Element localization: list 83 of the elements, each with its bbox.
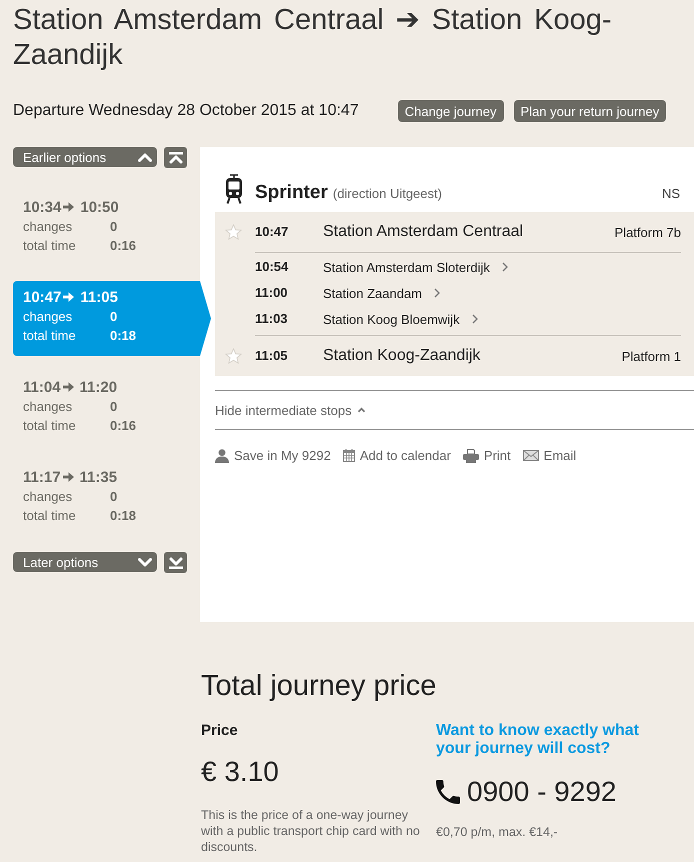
print-link[interactable]: Print [462, 448, 511, 463]
changes-label: changes [23, 309, 72, 324]
price-label: Price [201, 722, 238, 740]
arrow-right-icon [63, 202, 74, 212]
arrival-time: 11:20 [80, 378, 118, 396]
star-icon[interactable] [225, 348, 242, 364]
departure-time: 10:47 [23, 288, 62, 306]
platform-label: Platform 1 [622, 348, 681, 364]
journey-option[interactable]: 11:04 11:20 changes 0 total time 0:16 [13, 371, 200, 446]
changes-label: changes [23, 399, 72, 414]
journey-option[interactable]: 11:17 11:35 changes 0 total time 0:18 [13, 461, 200, 536]
arrow-right-icon [63, 292, 74, 302]
envelope-icon [522, 450, 539, 461]
direction-text: (direction Uitgeest) [332, 186, 442, 201]
total-time-label: total time [23, 238, 76, 253]
earlier-options-button[interactable]: Earlier options [13, 147, 157, 167]
changes-value: 0 [110, 219, 118, 234]
chevron-up-bar-icon [168, 152, 182, 164]
last-option-button[interactable] [164, 552, 187, 573]
train-icon [225, 174, 243, 204]
phone-number: 0900 - 9292 [467, 776, 616, 808]
total-time-value: 0:16 [110, 418, 136, 433]
price-amount: € 3.10 [201, 755, 279, 789]
departure-info: Departure Wednesday 28 October 2015 at 10:47 [13, 102, 359, 120]
changes-value: 0 [110, 399, 118, 414]
arrival-time: 10:50 [80, 198, 119, 216]
total-time-label: total time [23, 418, 76, 433]
departure-time: 10:34 [23, 198, 62, 216]
chevron-up-icon [138, 152, 152, 162]
arrow-right-icon [62, 382, 74, 392]
changes-label: changes [23, 219, 72, 234]
chevron-down-bar-icon [168, 556, 182, 568]
hide-stops-link[interactable]: Hide intermediate stops [215, 402, 366, 418]
printer-icon [462, 448, 479, 462]
journey-title: Station Amsterdam Centraal ➔ Station Koog-Zaandijk [13, 3, 613, 73]
stop-time: 10:47 [255, 224, 288, 239]
add-to-calendar-link[interactable]: Add to calendar [342, 448, 451, 463]
stop-time: 11:05 [255, 348, 288, 363]
stop-name: Station Amsterdam Centraal [323, 223, 524, 241]
phone-icon [436, 780, 460, 804]
chevron-right-icon [434, 288, 440, 298]
changes-label: changes [23, 489, 72, 504]
save-link[interactable]: Save in My 9292 [215, 448, 331, 463]
call-rate: €0,70 p/m, max. €14,- [436, 824, 558, 840]
change-journey-button[interactable]: Change journey [398, 100, 504, 122]
plan-return-button[interactable]: Plan your return journey [514, 100, 666, 122]
total-time-value: 0:16 [110, 238, 136, 253]
departure-time: 11:17 [23, 468, 61, 486]
stop-time: 11:03 [255, 311, 288, 326]
chevron-right-icon [502, 262, 508, 272]
star-icon[interactable] [225, 224, 242, 240]
arrival-time: 11:35 [80, 468, 118, 486]
chevron-down-icon [138, 558, 152, 566]
journey-option[interactable]: 10:34 10:50 changes 0 total time 0:16 [13, 191, 200, 266]
cost-question: Want to know exactly what your journey will cost? [436, 722, 640, 758]
later-options-button[interactable]: Later options [13, 552, 157, 572]
stop-name[interactable]: Station Amsterdam Sloterdijk [323, 260, 490, 274]
first-option-button[interactable] [164, 147, 187, 168]
stop-name[interactable]: Station Koog Bloemwijk [323, 312, 460, 326]
total-time-value: 0:18 [110, 328, 136, 343]
total-time-value: 0:18 [110, 508, 136, 523]
operator-name: NS [662, 186, 680, 201]
calendar-icon [342, 449, 355, 462]
journey-option[interactable]: 10:47 11:05 changes 0 total time 0:18 [13, 281, 211, 356]
changes-value: 0 [110, 309, 118, 324]
chevron-right-icon [472, 314, 478, 324]
price-heading: Total journey price [201, 669, 436, 704]
person-icon [215, 448, 229, 462]
arrow-right-icon [62, 472, 74, 482]
departure-time: 11:04 [23, 378, 61, 396]
stop-time: 10:54 [255, 259, 288, 274]
service-name: Sprinter [255, 182, 328, 204]
stop-time: 11:00 [255, 285, 288, 300]
stop-name[interactable]: Station Zaandam [323, 286, 422, 300]
caret-up-icon [356, 407, 366, 413]
email-link[interactable]: Email [522, 448, 576, 463]
total-time-label: total time [23, 328, 76, 343]
changes-value: 0 [110, 489, 118, 504]
price-note: This is the price of a one-way journey with a public transport chip card with no discounts. [201, 807, 421, 855]
stop-name: Station Koog-Zaandijk [323, 347, 480, 365]
arrival-time: 11:05 [80, 288, 118, 306]
total-time-label: total time [23, 508, 76, 523]
platform-label: Platform 7b [614, 224, 681, 240]
